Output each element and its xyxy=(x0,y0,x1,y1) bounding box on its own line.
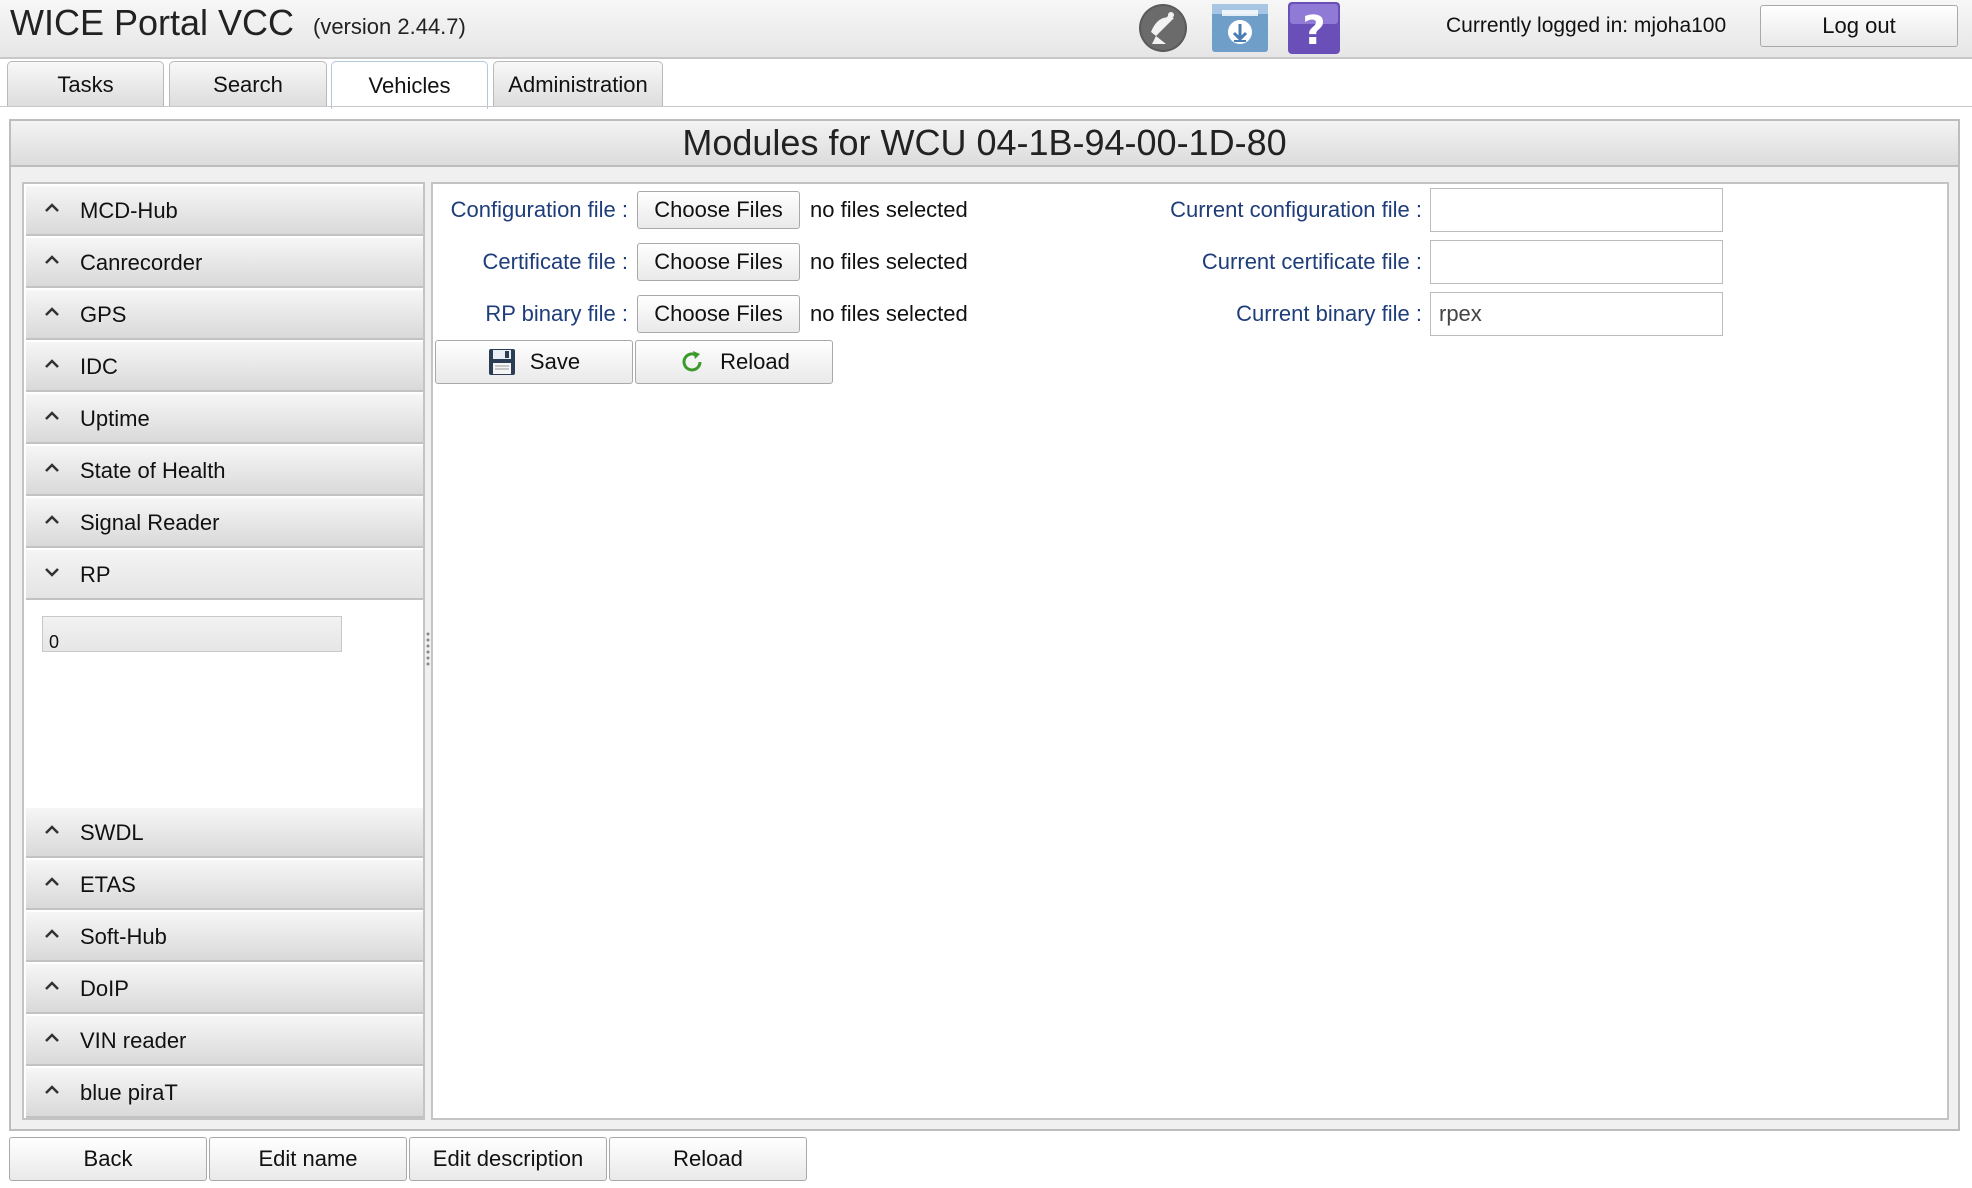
config-file-label: Configuration file : xyxy=(450,197,628,222)
save-label: Save xyxy=(529,349,581,374)
module-label: Soft-Hub xyxy=(80,924,167,949)
module-label: RP xyxy=(80,562,111,587)
module-etas[interactable]: ETAS xyxy=(26,860,423,910)
module-label: GPS xyxy=(80,302,127,327)
chevron-up-icon xyxy=(45,929,59,938)
chevron-up-icon xyxy=(45,359,59,368)
edit-description-button[interactable]: Edit description xyxy=(409,1137,607,1181)
app-version: (version 2.44.7) xyxy=(313,14,466,39)
floppy-disk-icon xyxy=(488,349,515,375)
back-button[interactable]: Back xyxy=(9,1137,207,1181)
current-config-label: Current configuration file : xyxy=(1170,197,1422,222)
chevron-up-icon xyxy=(45,1033,59,1042)
module-label: Signal Reader xyxy=(80,510,220,535)
module-signal-reader[interactable]: Signal Reader xyxy=(26,498,423,548)
chevron-up-icon xyxy=(45,255,59,264)
app-title: WICE Portal VCC xyxy=(10,2,295,43)
chevron-down-icon xyxy=(45,568,59,577)
module-label: ETAS xyxy=(80,872,136,897)
current-config-field[interactable] xyxy=(1430,188,1723,232)
module-uptime[interactable]: Uptime xyxy=(26,394,423,444)
refresh-icon xyxy=(682,351,702,372)
current-cert-field[interactable] xyxy=(1430,240,1723,284)
binary-choose-files-button[interactable]: Choose Files xyxy=(637,295,800,333)
reload-label: Reload xyxy=(720,349,790,374)
rp-panel: 0 xyxy=(26,602,423,812)
config-choose-files-button[interactable]: Choose Files xyxy=(637,191,800,229)
module-label: VIN reader xyxy=(80,1028,187,1053)
module-label: State of Health xyxy=(80,458,226,483)
module-label: IDC xyxy=(80,354,118,379)
download-icon[interactable] xyxy=(1210,2,1270,54)
logged-in-user: Currently logged in: mjoha100 xyxy=(1446,14,1727,37)
config-file-status: no files selected xyxy=(810,197,968,222)
binary-file-status: no files selected xyxy=(810,301,968,326)
module-swdl[interactable]: SWDL xyxy=(26,808,423,858)
module-label: MCD-Hub xyxy=(80,198,178,223)
chevron-up-icon xyxy=(45,515,59,524)
module-doip[interactable]: DoIP xyxy=(26,964,423,1014)
chevron-up-icon xyxy=(45,1085,59,1094)
module-gps[interactable]: GPS xyxy=(26,290,423,340)
reload-form-button[interactable]: Reload xyxy=(635,340,833,384)
cert-file-status: no files selected xyxy=(810,249,968,274)
tab-administration[interactable]: Administration xyxy=(493,61,663,107)
module-rp[interactable]: RP xyxy=(26,550,423,600)
chevron-up-icon xyxy=(45,463,59,472)
module-vin-reader[interactable]: VIN reader xyxy=(26,1016,423,1066)
svg-text:?: ? xyxy=(1302,8,1325,54)
module-canrecorder[interactable]: Canrecorder xyxy=(26,238,423,288)
current-binary-field[interactable] xyxy=(1430,292,1723,336)
page-title: Modules for WCU 04-1B-94-00-1D-80 xyxy=(9,119,1960,167)
edit-name-button[interactable]: Edit name xyxy=(209,1137,407,1181)
logout-button[interactable]: Log out xyxy=(1760,5,1958,47)
chevron-up-icon xyxy=(45,307,59,316)
module-accordion: MCD-Hub Canrecorder GPS IDC Uptime State… xyxy=(22,182,425,1120)
module-state-of-health[interactable]: State of Health xyxy=(26,446,423,496)
tab-search[interactable]: Search xyxy=(169,61,327,107)
chevron-up-icon xyxy=(45,825,59,834)
binary-file-label: RP binary file : xyxy=(485,301,628,326)
satellite-dish-icon[interactable] xyxy=(1136,2,1190,54)
tab-vehicles[interactable]: Vehicles xyxy=(331,61,488,109)
cert-choose-files-button[interactable]: Choose Files xyxy=(637,243,800,281)
current-binary-label: Current binary file : xyxy=(1236,301,1422,326)
module-label: Uptime xyxy=(80,406,150,431)
rp-instance-list[interactable]: 0 xyxy=(42,616,342,652)
module-label: DoIP xyxy=(80,976,129,1001)
reload-button[interactable]: Reload xyxy=(609,1137,807,1181)
module-mcd-hub[interactable]: MCD-Hub xyxy=(26,186,423,236)
chevron-up-icon xyxy=(45,877,59,886)
module-label: Canrecorder xyxy=(80,250,203,275)
module-idc[interactable]: IDC xyxy=(26,342,423,392)
module-label: SWDL xyxy=(80,820,144,845)
cert-file-label: Certificate file : xyxy=(482,249,629,274)
chevron-up-icon xyxy=(45,411,59,420)
module-label: blue piraT xyxy=(80,1080,178,1105)
tab-tasks[interactable]: Tasks xyxy=(7,61,164,107)
save-button[interactable]: Save xyxy=(435,340,633,384)
module-soft-hub[interactable]: Soft-Hub xyxy=(26,912,423,962)
current-cert-label: Current certificate file : xyxy=(1201,249,1422,274)
chevron-up-icon xyxy=(45,981,59,990)
tab-divider xyxy=(0,106,1972,107)
app-header: WICE Portal VCC (version 2.44.7) ? Curre… xyxy=(0,0,1972,59)
help-icon[interactable]: ? xyxy=(1286,2,1342,54)
module-blue-pirat[interactable]: blue piraT xyxy=(26,1068,423,1118)
chevron-up-icon xyxy=(45,203,59,212)
